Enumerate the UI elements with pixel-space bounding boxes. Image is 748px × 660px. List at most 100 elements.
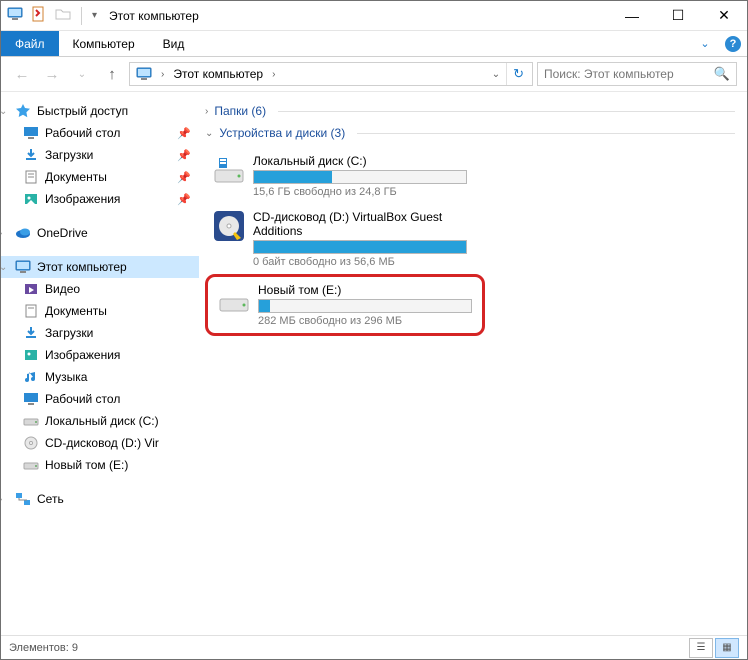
network-icon xyxy=(15,491,31,507)
ribbon-tabs: Файл Компьютер Вид ⌄ ? xyxy=(1,31,747,57)
sidebar-item-cd-drive-d[interactable]: CD-дисковод (D:) Vir xyxy=(1,432,199,454)
sidebar-item-desktop[interactable]: Рабочий стол xyxy=(1,388,199,410)
music-icon xyxy=(23,369,39,385)
downloads-icon xyxy=(23,325,39,341)
sidebar-item-volume-e[interactable]: Новый том (E:) xyxy=(1,454,199,476)
group-folders[interactable]: › Папки (6) xyxy=(205,104,735,118)
drive-cd-d[interactable]: CD-дисковод (D:) VirtualBox Guest Additi… xyxy=(205,204,475,274)
thispc-icon xyxy=(15,259,31,275)
sidebar-item-downloads[interactable]: Загрузки 📌 xyxy=(1,144,199,166)
documents-icon xyxy=(23,169,39,185)
pin-icon: 📌 xyxy=(177,127,191,140)
search-placeholder: Поиск: Этот компьютер xyxy=(544,67,714,81)
divider xyxy=(357,133,735,134)
drive-name: Локальный диск (C:) xyxy=(253,154,467,168)
drive-freespace: 282 МБ свободно из 296 МБ xyxy=(258,315,472,327)
videos-icon xyxy=(23,281,39,297)
breadcrumb-root[interactable]: › Этот компьютер › xyxy=(132,66,283,82)
search-input[interactable]: Поиск: Этот компьютер 🔍 xyxy=(537,62,737,86)
desktop-icon xyxy=(23,125,39,141)
address-bar-row: ← → ⌄ ↑ › Этот компьютер › ⌄ ↻ Поиск: Эт… xyxy=(1,57,747,91)
recent-button[interactable]: ⌄ xyxy=(69,61,95,87)
divider xyxy=(278,111,735,112)
refresh-button[interactable]: ↻ xyxy=(506,63,530,85)
status-text: Элементов: 9 xyxy=(9,642,78,654)
sidebar-this-pc[interactable]: ⌄ Этот компьютер xyxy=(1,256,199,278)
sidebar-quick-access[interactable]: ⌄ Быстрый доступ xyxy=(1,100,199,122)
documents-icon xyxy=(23,303,39,319)
chevron-right-icon[interactable]: › xyxy=(1,228,9,239)
breadcrumb-chevron[interactable]: › xyxy=(268,69,279,80)
drive-local-disk-c[interactable]: Локальный диск (C:) 15,6 ГБ свободно из … xyxy=(205,148,475,204)
thispc-icon xyxy=(7,6,23,25)
tab-computer[interactable]: Компьютер xyxy=(59,31,149,56)
new-folder-icon[interactable] xyxy=(55,6,71,25)
sidebar-item-pictures[interactable]: Изображения 📌 xyxy=(1,188,199,210)
capacity-fill xyxy=(259,300,270,312)
status-bar: Элементов: 9 ☰ ▦ xyxy=(1,635,747,659)
cd-drive-icon xyxy=(213,210,245,242)
sidebar-item-documents[interactable]: Документы xyxy=(1,300,199,322)
file-tab[interactable]: Файл xyxy=(1,31,59,56)
sidebar-item-music[interactable]: Музыка xyxy=(1,366,199,388)
drive-icon xyxy=(23,457,39,473)
sidebar-onedrive[interactable]: › OneDrive xyxy=(1,222,199,244)
ribbon-expand-button[interactable]: ⌄ xyxy=(691,31,719,56)
view-tiles-button[interactable]: ▦ xyxy=(715,638,739,658)
breadcrumb-label[interactable]: Этот компьютер xyxy=(173,67,263,81)
chevron-right-icon[interactable]: › xyxy=(1,494,9,505)
onedrive-icon xyxy=(15,225,31,241)
drive-icon xyxy=(213,154,245,186)
address-dropdown[interactable]: ⌄ xyxy=(486,69,506,80)
maximize-button[interactable]: ☐ xyxy=(655,1,701,31)
tab-view[interactable]: Вид xyxy=(149,31,199,56)
capacity-fill xyxy=(254,171,332,183)
sidebar-item-pictures[interactable]: Изображения xyxy=(1,344,199,366)
pictures-icon xyxy=(23,347,39,363)
capacity-fill xyxy=(254,241,466,253)
sidebar-item-local-disk-c[interactable]: Локальный диск (C:) xyxy=(1,410,199,432)
chevron-down-icon[interactable]: ⌄ xyxy=(1,106,9,117)
navigation-pane[interactable]: ⌄ Быстрый доступ Рабочий стол 📌 Загрузки… xyxy=(1,92,199,635)
drive-name: Новый том (E:) xyxy=(258,283,472,297)
search-icon[interactable]: 🔍 xyxy=(714,66,730,82)
up-button[interactable]: ↑ xyxy=(99,61,125,87)
thispc-icon xyxy=(136,66,152,82)
sidebar-item-downloads[interactable]: Загрузки xyxy=(1,322,199,344)
sidebar-network[interactable]: › Сеть xyxy=(1,488,199,510)
capacity-bar xyxy=(258,299,472,313)
group-label: Папки (6) xyxy=(214,104,266,118)
group-devices[interactable]: ⌄ Устройства и диски (3) xyxy=(205,126,735,140)
cd-icon xyxy=(23,435,39,451)
title-bar: ▾ Этот компьютер — ☐ ✕ xyxy=(1,1,747,31)
sidebar-item-documents[interactable]: Документы 📌 xyxy=(1,166,199,188)
pin-icon: 📌 xyxy=(177,171,191,184)
minimize-button[interactable]: — xyxy=(609,1,655,31)
forward-button[interactable]: → xyxy=(39,61,65,87)
group-label: Устройства и диски (3) xyxy=(219,126,345,140)
pictures-icon xyxy=(23,191,39,207)
properties-icon[interactable] xyxy=(31,6,47,25)
drive-freespace: 15,6 ГБ свободно из 24,8 ГБ xyxy=(253,186,467,198)
help-button[interactable]: ? xyxy=(719,31,747,56)
qat-dropdown-icon[interactable]: ▾ xyxy=(92,10,97,21)
drive-icon xyxy=(218,283,250,315)
star-icon xyxy=(15,103,31,119)
content-pane[interactable]: › Папки (6) ⌄ Устройства и диски (3) Лок… xyxy=(199,92,747,635)
chevron-down-icon[interactable]: ⌄ xyxy=(205,128,213,139)
chevron-down-icon[interactable]: ⌄ xyxy=(1,262,9,273)
drive-freespace: 0 байт свободно из 56,6 МБ xyxy=(253,256,467,268)
chevron-right-icon[interactable]: › xyxy=(205,106,208,117)
sidebar-item-videos[interactable]: Видео xyxy=(1,278,199,300)
help-icon: ? xyxy=(725,36,741,52)
back-button[interactable]: ← xyxy=(9,61,35,87)
qat-separator xyxy=(81,7,82,25)
close-button[interactable]: ✕ xyxy=(701,1,747,31)
drive-volume-e[interactable]: Новый том (E:) 282 МБ свободно из 296 МБ xyxy=(205,274,485,336)
address-bar[interactable]: › Этот компьютер › ⌄ ↻ xyxy=(129,62,533,86)
breadcrumb-chevron[interactable]: › xyxy=(157,69,168,80)
pin-icon: 📌 xyxy=(177,193,191,206)
view-details-button[interactable]: ☰ xyxy=(689,638,713,658)
sidebar-item-desktop[interactable]: Рабочий стол 📌 xyxy=(1,122,199,144)
drive-icon xyxy=(23,413,39,429)
